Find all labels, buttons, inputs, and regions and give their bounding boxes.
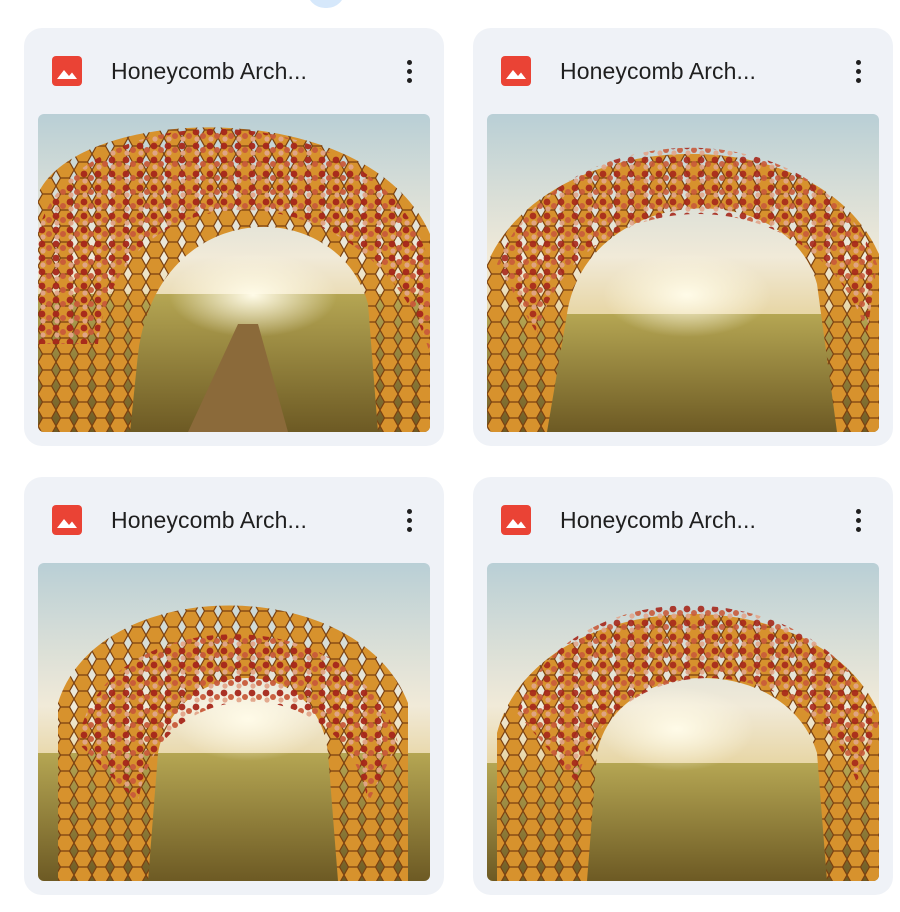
image-file-icon (52, 56, 82, 86)
file-card[interactable]: Honeycomb Arch... (24, 477, 444, 895)
more-vert-icon[interactable] (847, 54, 869, 88)
image-thumbnail[interactable] (487, 563, 879, 881)
file-card-header: Honeycomb Arch... (473, 477, 893, 561)
file-title[interactable]: Honeycomb Arch... (560, 503, 756, 537)
image-thumbnail[interactable] (487, 114, 879, 432)
file-title[interactable]: Honeycomb Arch... (111, 54, 307, 88)
more-vert-icon[interactable] (847, 503, 869, 537)
file-card-header: Honeycomb Arch... (473, 28, 893, 112)
file-card[interactable]: Honeycomb Arch... (24, 28, 444, 446)
image-file-icon (52, 505, 82, 535)
image-thumbnail[interactable] (38, 563, 430, 881)
file-card-header: Honeycomb Arch... (24, 28, 444, 112)
scroll-indicator (307, 0, 345, 8)
file-card[interactable]: Honeycomb Arch... (473, 477, 893, 895)
more-vert-icon[interactable] (398, 503, 420, 537)
file-card-header: Honeycomb Arch... (24, 477, 444, 561)
image-thumbnail[interactable] (38, 114, 430, 432)
file-card[interactable]: Honeycomb Arch... (473, 28, 893, 446)
file-title[interactable]: Honeycomb Arch... (560, 54, 756, 88)
image-file-icon (501, 56, 531, 86)
more-vert-icon[interactable] (398, 54, 420, 88)
file-title[interactable]: Honeycomb Arch... (111, 503, 307, 537)
image-file-icon (501, 505, 531, 535)
